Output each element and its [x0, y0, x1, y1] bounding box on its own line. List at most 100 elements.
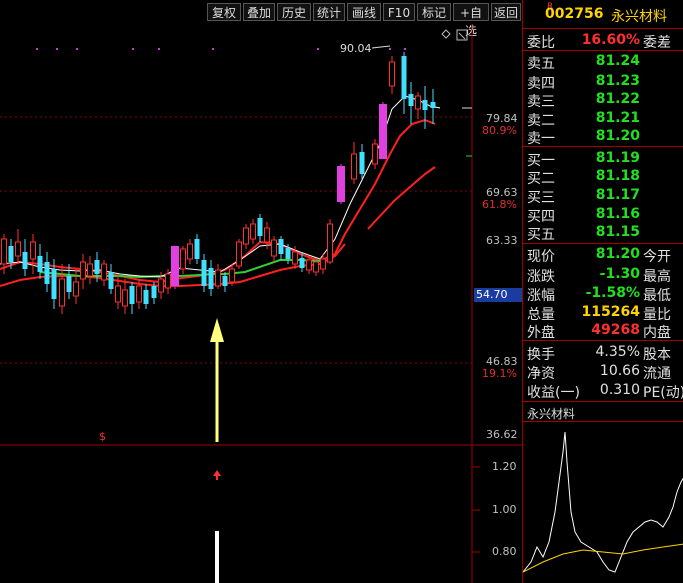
candle-body: [115, 285, 121, 303]
candle-body: [236, 241, 242, 267]
axis-label-63: 63.33: [486, 234, 518, 247]
stat-value: 115264: [581, 304, 640, 320]
f10-button[interactable]: F10: [383, 3, 415, 21]
candle-body: [389, 61, 395, 87]
fund-value: 10.66: [599, 363, 640, 379]
candle-body: [415, 95, 421, 110]
divider: [523, 28, 683, 29]
draw-line-button[interactable]: 画线: [347, 3, 381, 21]
fund-tail: PE(动): [643, 385, 683, 401]
statistics-button[interactable]: 统计: [313, 3, 345, 21]
weicha-label: 委差: [643, 35, 671, 51]
sell-row[interactable]: 卖三 81.22: [523, 89, 683, 110]
candle-body: [306, 259, 312, 271]
mini-chart-title: 永兴材料: [527, 407, 576, 421]
divider: [523, 340, 683, 341]
axis-pct-61: 61.8%: [482, 198, 517, 211]
stat-label: 现价: [527, 249, 555, 265]
collapse-icon[interactable]: [456, 29, 468, 41]
weibi-row: 委比 16.60% 委差: [523, 30, 683, 51]
fund-value: 4.35%: [595, 344, 640, 360]
quote-header: R 002756 永兴材料: [523, 0, 683, 28]
candle-body: [136, 285, 142, 303]
candle-body: [257, 218, 263, 236]
current-price-tag: 54.70: [474, 288, 522, 302]
sub-axis-1: 1.20: [492, 460, 517, 473]
back-button[interactable]: 返回: [491, 3, 521, 21]
axis-label-36: 36.62: [486, 428, 518, 441]
candle-body: [408, 94, 414, 106]
sell-row[interactable]: 卖一 81.20: [523, 126, 683, 147]
arrow-head-icon: [210, 318, 224, 342]
stat-value: 81.20: [595, 246, 640, 262]
candle-body: [8, 246, 14, 262]
candle-body: [187, 243, 193, 260]
buy-label: 买五: [527, 227, 555, 243]
candle-body: [299, 258, 305, 268]
candle-body: [215, 269, 221, 287]
ma-mid-line: [0, 118, 436, 284]
mark-button[interactable]: 标记: [417, 3, 451, 21]
kline-chart[interactable]: 90.04 $: [0, 24, 522, 583]
peak-pointer: [371, 45, 391, 49]
buy-row[interactable]: 买三 81.17: [523, 185, 683, 206]
history-button[interactable]: 历史: [277, 3, 311, 21]
candle-body: [222, 276, 228, 286]
candle-body: [201, 260, 207, 286]
candle-body: [122, 289, 128, 307]
stat-row: 总量 115264 量比: [523, 302, 683, 323]
candle-body: [158, 278, 164, 293]
candle-body: [59, 278, 65, 307]
candle-body: [285, 248, 291, 259]
candle-body: [151, 286, 157, 298]
buy-row[interactable]: 买四 81.16: [523, 204, 683, 225]
candle-body: [292, 251, 298, 265]
candle-body: [44, 262, 50, 284]
buy-row[interactable]: 买一 81.19: [523, 148, 683, 169]
signal-label: $: [99, 430, 106, 443]
buy-row[interactable]: 买五 81.15: [523, 222, 683, 243]
stat-tail: 今开: [643, 249, 671, 265]
fuquan-button[interactable]: 复权: [207, 3, 241, 21]
overlay-button[interactable]: 叠加: [243, 3, 275, 21]
stat-row: 涨幅 -1.58% 最低: [523, 283, 683, 304]
diamond-icon: [441, 29, 451, 39]
add-watchlist-button[interactable]: +自选: [453, 3, 489, 38]
fund-label: 收益(一): [527, 385, 580, 401]
candle-body: [337, 166, 345, 202]
candle-body: [73, 281, 79, 297]
candle-body: [313, 261, 319, 273]
stat-row: 现价 81.20 今开: [523, 244, 683, 265]
sell-row[interactable]: 卖二 81.21: [523, 108, 683, 129]
buy-row[interactable]: 买二 81.18: [523, 166, 683, 187]
stat-tail: 内盘: [643, 325, 671, 341]
sub-grid: [472, 466, 480, 553]
candle-body: [271, 239, 277, 257]
stat-label: 外盘: [527, 325, 555, 341]
candle-body: [80, 261, 86, 280]
intraday-mini-chart[interactable]: [523, 422, 683, 583]
sell-label: 卖五: [527, 56, 555, 72]
candle-body: [51, 269, 57, 299]
stat-value: -1.58%: [585, 285, 640, 301]
buy-signal-icon: [213, 470, 221, 476]
chart-toolbar: 复权 叠加 历史 统计 画线 F10 标记 +自选 返回: [0, 0, 522, 38]
sell-row[interactable]: 卖五 81.24: [523, 51, 683, 72]
stock-code: 002756: [545, 6, 604, 22]
candle-body: [422, 100, 428, 110]
volume-bar: [215, 531, 219, 583]
candle-body: [208, 268, 214, 289]
candle-body: [129, 286, 135, 304]
candle-body: [243, 227, 249, 245]
candle-body: [359, 152, 365, 174]
stat-value: -1.30: [599, 266, 640, 282]
candle-body: [101, 263, 107, 281]
collapse-icon-stroke: [458, 32, 466, 40]
fund-row: 净资 10.66 流通: [523, 361, 683, 382]
candle-body: [250, 223, 256, 240]
stat-value: 49268: [591, 322, 640, 338]
divider: [523, 401, 683, 402]
sub-axis-3: 0.80: [492, 545, 517, 558]
sell-row[interactable]: 卖四 81.23: [523, 71, 683, 92]
candle-body: [229, 268, 235, 283]
